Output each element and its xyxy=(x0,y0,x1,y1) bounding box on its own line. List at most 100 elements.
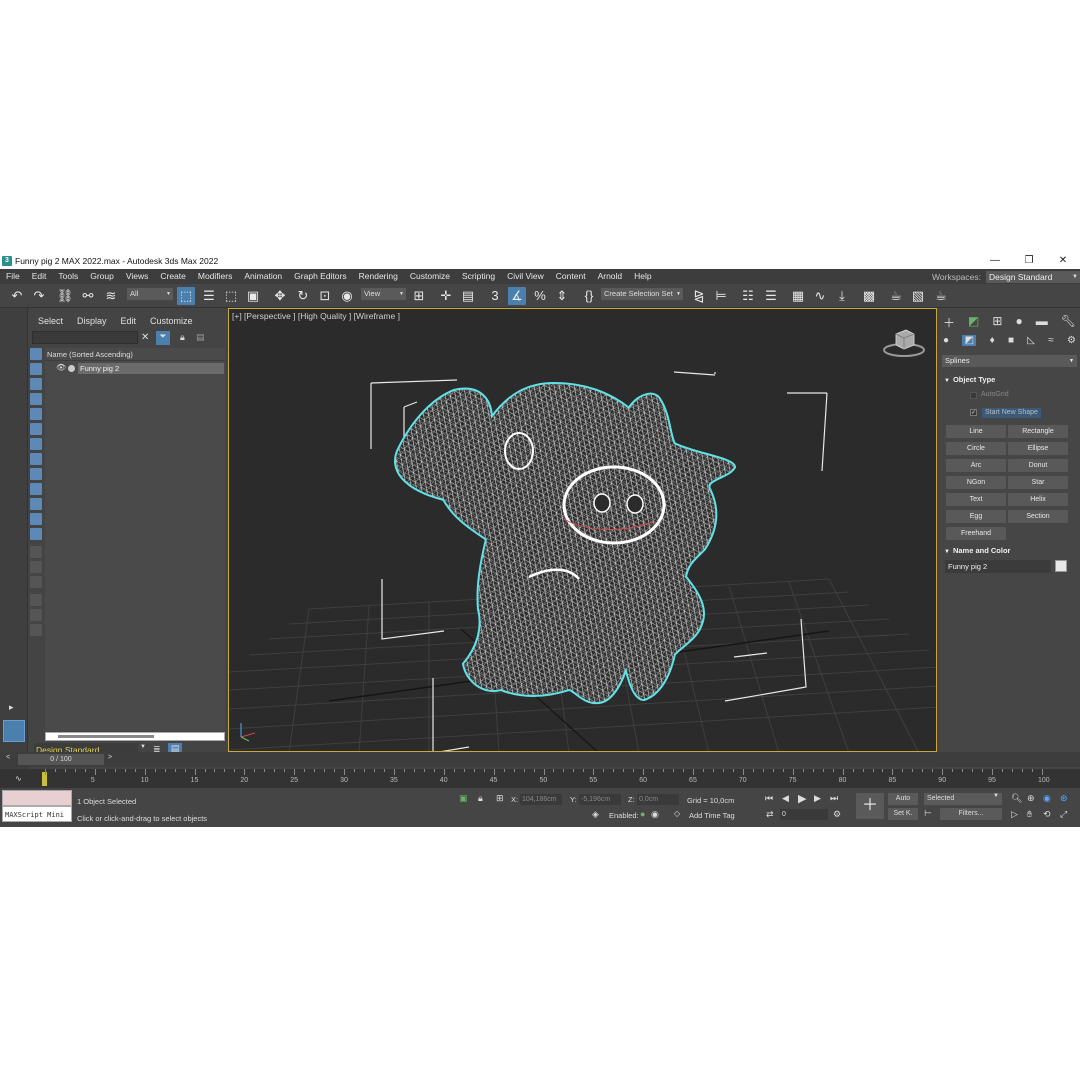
systems-icon[interactable]: ⚙ xyxy=(1067,335,1076,346)
menu-file[interactable]: File xyxy=(0,269,26,284)
ngon-button[interactable]: NGon xyxy=(946,476,1006,489)
display-all-icon[interactable] xyxy=(30,348,42,360)
maximize-viewport-icon[interactable]: ⤢ xyxy=(1060,809,1067,820)
previous-frame-icon[interactable]: ◀ xyxy=(782,793,789,804)
pig-model[interactable] xyxy=(394,381,737,705)
display-frozen-icon[interactable] xyxy=(30,513,42,525)
maxscript-input[interactable]: MAXScript Mini xyxy=(2,806,72,822)
zoom-extents-icon[interactable]: ◉ xyxy=(1043,793,1051,804)
select-by-name-icon[interactable]: ☰ xyxy=(200,287,218,305)
selection-lock-icon[interactable]: 🔒︎ xyxy=(478,793,483,804)
next-frame-button-icon[interactable]: ▶ xyxy=(814,793,821,804)
funnel-icon[interactable] xyxy=(30,594,42,606)
clear-search-icon[interactable]: ✕ xyxy=(141,332,149,343)
display-shapes-icon[interactable] xyxy=(30,378,42,390)
toggle-ribbon-icon[interactable]: ▦ xyxy=(789,287,807,305)
time-tag-icon[interactable]: ◇ xyxy=(674,809,680,818)
pan-view-icon[interactable]: ✋︎ xyxy=(1027,809,1032,820)
display-hidden-icon[interactable] xyxy=(30,528,42,540)
options-icon[interactable]: ▤ xyxy=(196,332,205,343)
menu-customize[interactable]: Customize xyxy=(404,269,456,284)
display-bones-icon[interactable] xyxy=(30,483,42,495)
selection-filter-select[interactable]: All xyxy=(127,288,173,300)
time-slider[interactable]: 0 / 100 xyxy=(18,754,104,765)
star-button[interactable]: Star xyxy=(1008,476,1068,489)
time-configuration-icon[interactable]: ⚙ xyxy=(833,809,841,820)
prev-frame-icon[interactable]: < xyxy=(6,754,10,761)
display-xrefs-icon[interactable] xyxy=(30,468,42,480)
mirror-icon[interactable]: ⧎ xyxy=(690,287,708,305)
reference-coordinate-select[interactable]: View xyxy=(361,288,406,300)
y-coordinate-field[interactable]: -5,196cm xyxy=(579,794,621,805)
rectangular-selection-icon[interactable]: ⬚ xyxy=(222,287,240,305)
close-button[interactable]: ✕ xyxy=(1046,252,1080,269)
key-mode-toggle-icon[interactable]: ⊢ xyxy=(924,808,932,819)
adaptive-degradation-icon[interactable]: ◈ xyxy=(592,809,599,820)
maxscript-listener[interactable]: MAXScript Mini xyxy=(2,790,72,823)
z-coordinate-field[interactable]: 0,0cm xyxy=(637,794,679,805)
display-groups-icon[interactable] xyxy=(30,453,42,465)
play-icon[interactable]: ▶ xyxy=(798,792,806,805)
link-icon[interactable]: ⛓ xyxy=(56,287,74,305)
next-frame-icon[interactable]: > xyxy=(108,754,112,761)
curve-editor-icon[interactable]: ∿ xyxy=(811,287,829,305)
modify-tab-icon[interactable]: ◩ xyxy=(968,314,979,331)
create-tab-icon[interactable]: ＋ xyxy=(943,314,955,331)
zoom-all-icon[interactable]: ⊕ xyxy=(1027,793,1035,804)
name-and-color-rollout[interactable]: ▼ Name and Color xyxy=(942,545,1077,557)
menu-create[interactable]: Create xyxy=(154,269,192,284)
menu-graph-editors[interactable]: Graph Editors xyxy=(288,269,352,284)
maximize-button[interactable]: ❐ xyxy=(1012,252,1046,269)
arc-button[interactable]: Arc xyxy=(946,459,1006,472)
lights-icon[interactable]: ♦ xyxy=(990,335,995,346)
filter-selected-icon[interactable] xyxy=(30,609,42,621)
menu-rendering[interactable]: Rendering xyxy=(353,269,404,284)
display-geometry-icon[interactable] xyxy=(30,363,42,375)
filter-icon[interactable]: ⏷ xyxy=(156,331,170,345)
isolate-selection-icon[interactable]: ▣ xyxy=(459,793,468,804)
list-column-header[interactable]: Name (Sorted Ascending) xyxy=(45,348,225,361)
visibility-eye-icon[interactable]: 👁︎ xyxy=(56,363,66,372)
curve-editor-mini-icon[interactable]: ∿ xyxy=(15,774,22,783)
minimize-button[interactable]: — xyxy=(978,252,1012,269)
maxscript-output[interactable] xyxy=(2,790,72,806)
enabled-indicator-icon[interactable]: ● xyxy=(640,809,645,819)
line-button[interactable]: Line xyxy=(946,425,1006,438)
toggle-icon[interactable]: ◉ xyxy=(651,809,659,820)
start-new-shape-checkbox[interactable]: ✓ xyxy=(970,409,977,416)
helix-button[interactable]: Helix xyxy=(1008,493,1068,506)
material-editor-icon[interactable]: ▩ xyxy=(860,287,878,305)
display-children-icon[interactable] xyxy=(30,576,42,588)
unlink-icon[interactable]: ⚯ xyxy=(79,287,97,305)
rendered-frame-window-icon[interactable]: ▧ xyxy=(909,287,927,305)
schematic-view-icon[interactable]: ⤓ xyxy=(833,287,851,305)
hierarchy-tab-icon[interactable]: ⊞ xyxy=(992,314,1002,331)
perspective-viewport[interactable]: [+] [Perspective ] [High Quality ] [Wire… xyxy=(228,308,937,752)
space-warps-icon[interactable]: ≈ xyxy=(1048,335,1054,346)
menu-views[interactable]: Views xyxy=(120,269,155,284)
section-button[interactable]: Section xyxy=(1008,510,1068,523)
workspaces-select[interactable]: Design Standard xyxy=(986,270,1080,283)
scene-tab-customize[interactable]: Customize xyxy=(150,316,193,326)
menu-tools[interactable]: Tools xyxy=(52,269,84,284)
menu-edit[interactable]: Edit xyxy=(26,269,53,284)
select-object-icon[interactable]: ⬚ xyxy=(177,287,195,305)
auto-key-button[interactable]: Auto xyxy=(888,793,918,805)
motion-tab-icon[interactable]: ● xyxy=(1015,314,1022,331)
display-containers-icon[interactable] xyxy=(30,498,42,510)
viewcube[interactable] xyxy=(883,329,925,357)
menu-group[interactable]: Group xyxy=(84,269,120,284)
display-invert-icon[interactable] xyxy=(30,561,42,573)
rectangle-button[interactable]: Rectangle xyxy=(1008,425,1068,438)
edit-named-selection-icon[interactable]: {} xyxy=(580,287,598,305)
scene-tab-select[interactable]: Select xyxy=(38,316,63,326)
list-item[interactable]: Funny pig 2 xyxy=(78,363,224,374)
layer-explorer-icon[interactable]: ☰ xyxy=(762,287,780,305)
orbit-icon[interactable]: ⟲ xyxy=(1043,809,1051,820)
workspace-dropdown-icon[interactable]: ▼ xyxy=(140,744,146,750)
field-of-view-icon[interactable]: ▷ xyxy=(1011,809,1018,820)
category-select[interactable]: Splines xyxy=(942,355,1077,367)
rotate-icon[interactable]: ↻ xyxy=(294,287,312,305)
track-bar[interactable]: ∿ 5 10 15 20 25 30 35 40 45 50 55 60 65 70 75 80 85 90 95 1… xyxy=(0,769,1080,788)
donut-button[interactable]: Donut xyxy=(1008,459,1068,472)
